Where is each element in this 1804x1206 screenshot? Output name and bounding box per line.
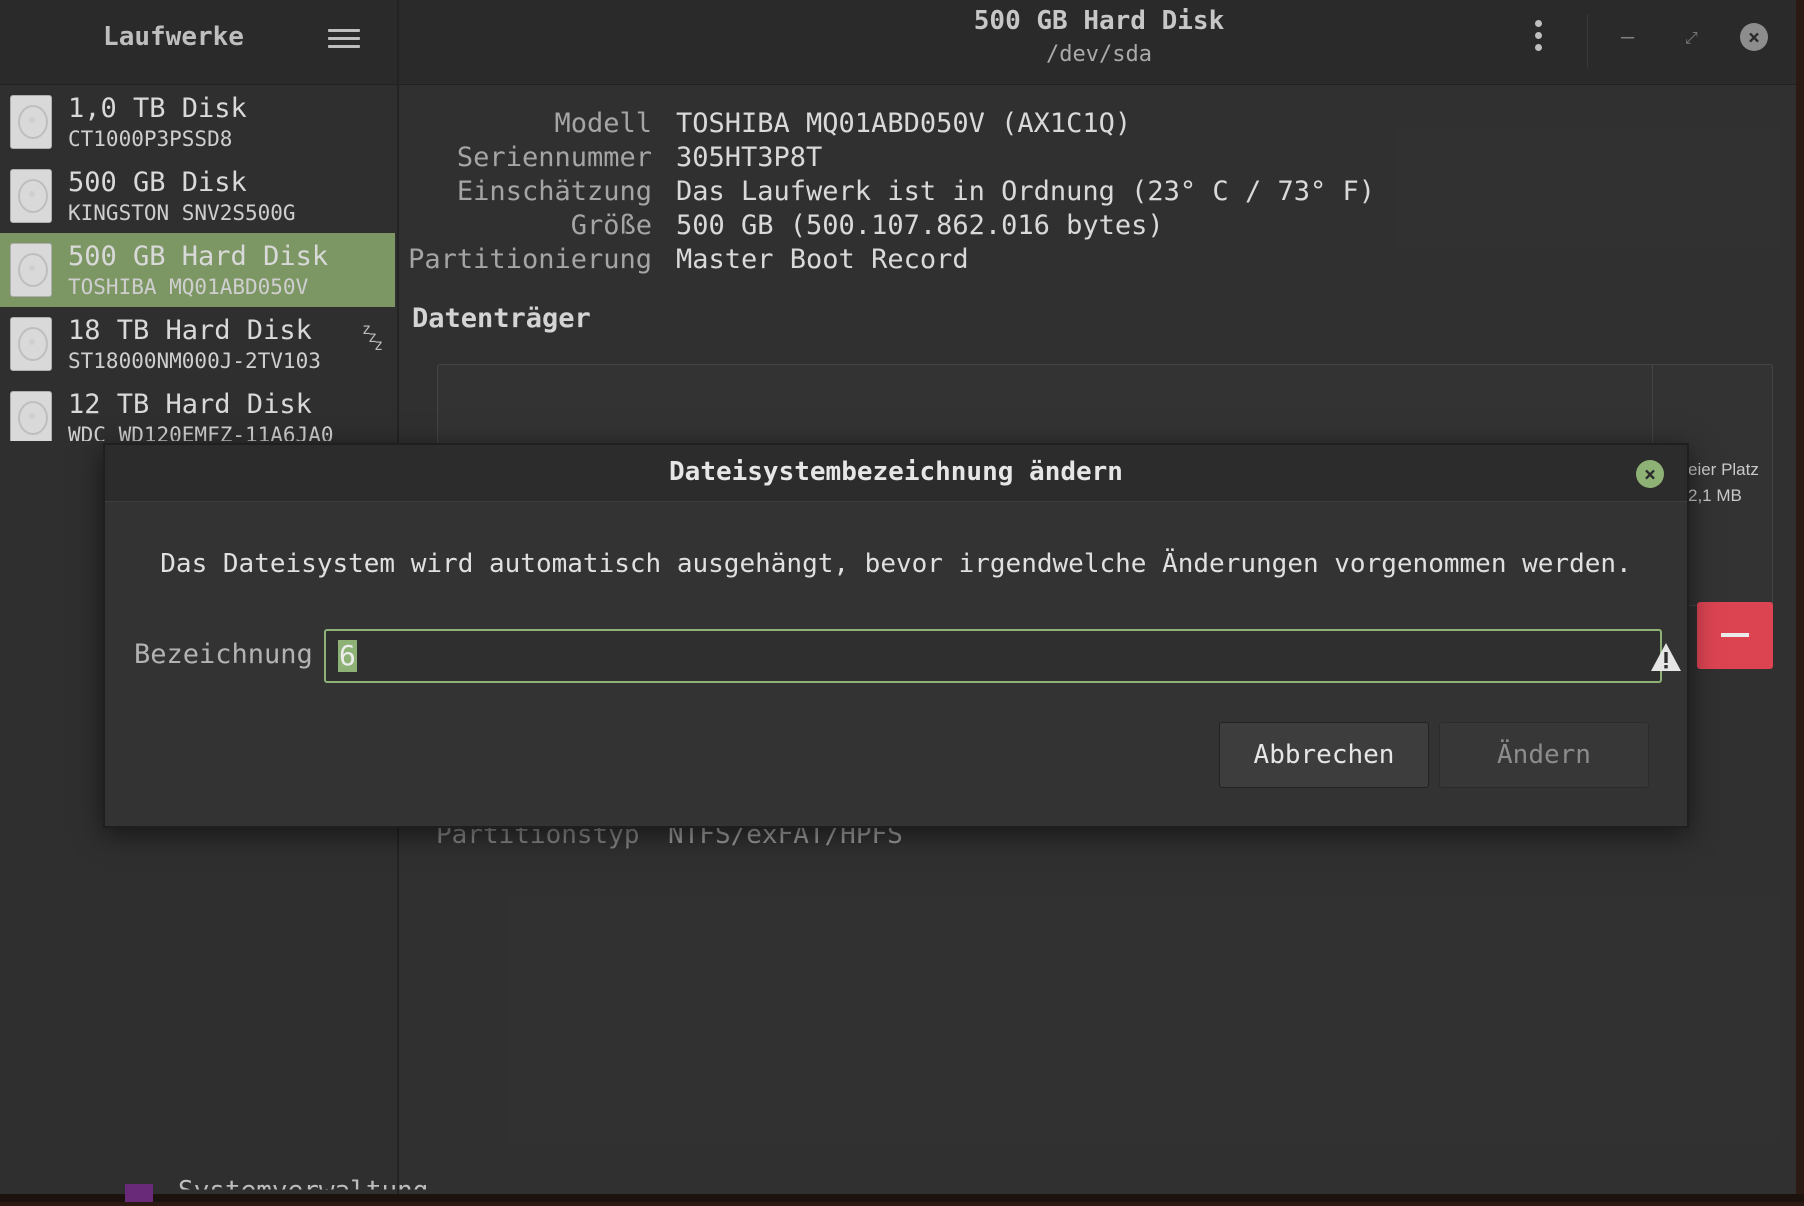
label-input-value: 6 — [338, 639, 357, 672]
dialog-message: Das Dateisystem wird automatisch ausgehä… — [160, 549, 1632, 579]
rename-filesystem-dialog: Dateisystembezeichnung ändern × Das Date… — [103, 443, 1689, 828]
app-icon — [125, 1184, 153, 1202]
label-field-label: Bezeichnung — [134, 639, 313, 670]
change-button[interactable]: Ändern — [1439, 722, 1649, 788]
dialog-close-icon[interactable]: × — [1636, 460, 1664, 488]
warning-icon — [1651, 643, 1681, 671]
dialog-title: Dateisystembezeichnung ändern — [669, 457, 1123, 487]
dialog-header: Dateisystembezeichnung ändern × — [105, 445, 1687, 502]
label-input[interactable]: 6 — [324, 629, 1681, 683]
desktop-taskbar-strip — [0, 1194, 1804, 1202]
disks-window: Laufwerke 1,0 TB Disk CT1000P3PSSD8 500 … — [0, 0, 1796, 1194]
cancel-button[interactable]: Abbrechen — [1219, 722, 1429, 788]
